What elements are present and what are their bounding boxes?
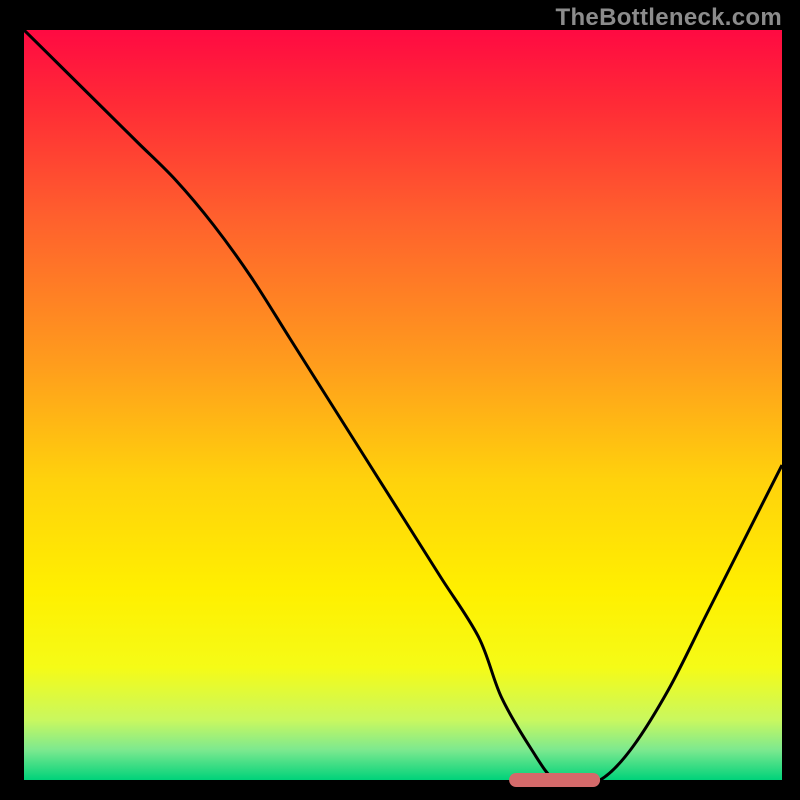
bottleneck-chart: TheBottleneck.com (0, 0, 800, 800)
chart-svg (0, 0, 800, 800)
watermark-text: TheBottleneck.com (556, 4, 782, 32)
optimal-marker (509, 773, 600, 787)
